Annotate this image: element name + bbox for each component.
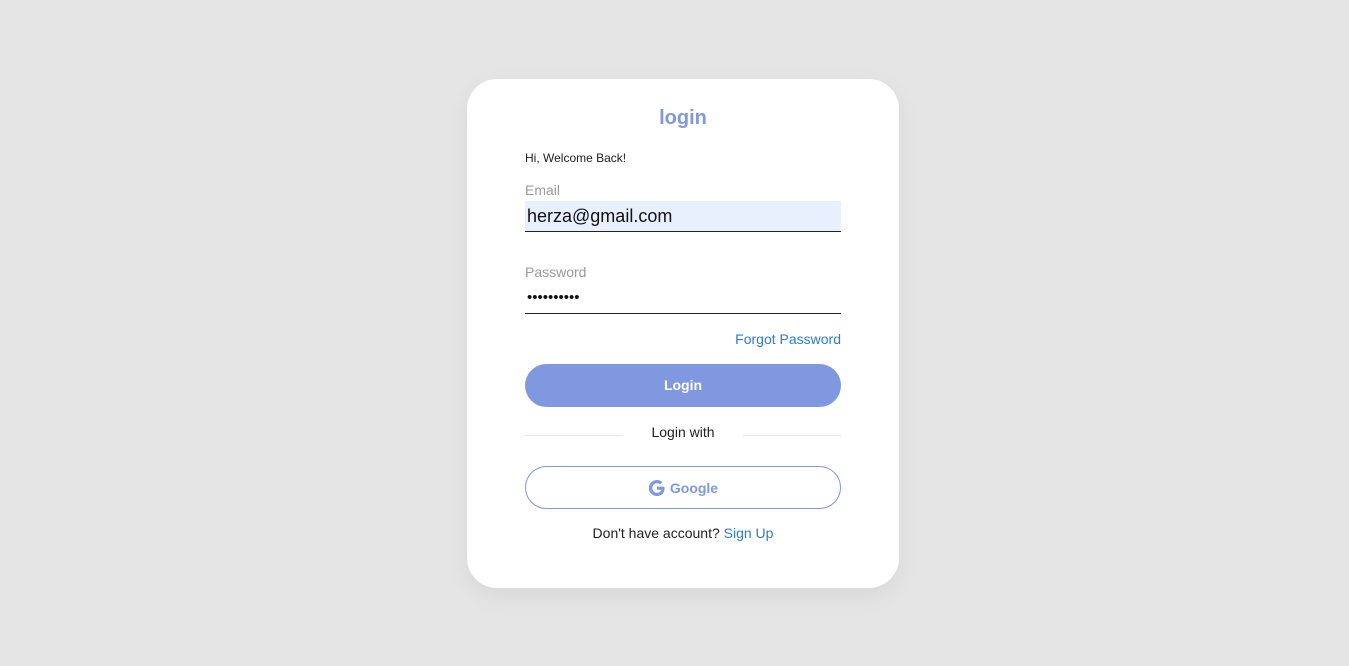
google-button-label: Google (669, 479, 719, 496)
signup-link[interactable]: Sign Up (724, 525, 774, 541)
password-label: Password (525, 264, 587, 280)
login-with-divider: Login with (525, 423, 841, 441)
page-title: login (659, 107, 707, 129)
welcome-text: Hi, Welcome Back! (525, 151, 627, 165)
forgot-password-link[interactable]: Forgot Password (525, 331, 841, 347)
signup-row: Don't have account? Sign Up (525, 525, 841, 541)
login-button[interactable]: Login (525, 364, 841, 407)
password-field[interactable]: •••••••••• (525, 283, 841, 314)
login-card: login Hi, Welcome Back! Email herza@gmai… (467, 79, 899, 588)
google-login-button[interactable]: Google (525, 466, 841, 509)
signup-prompt: Don't have account? (592, 525, 720, 541)
email-label: Email (525, 182, 561, 198)
google-icon (648, 479, 666, 497)
divider-label: Login with (651, 424, 715, 440)
email-field[interactable]: herza@gmail.com (525, 201, 841, 232)
divider-line-right (743, 435, 841, 436)
